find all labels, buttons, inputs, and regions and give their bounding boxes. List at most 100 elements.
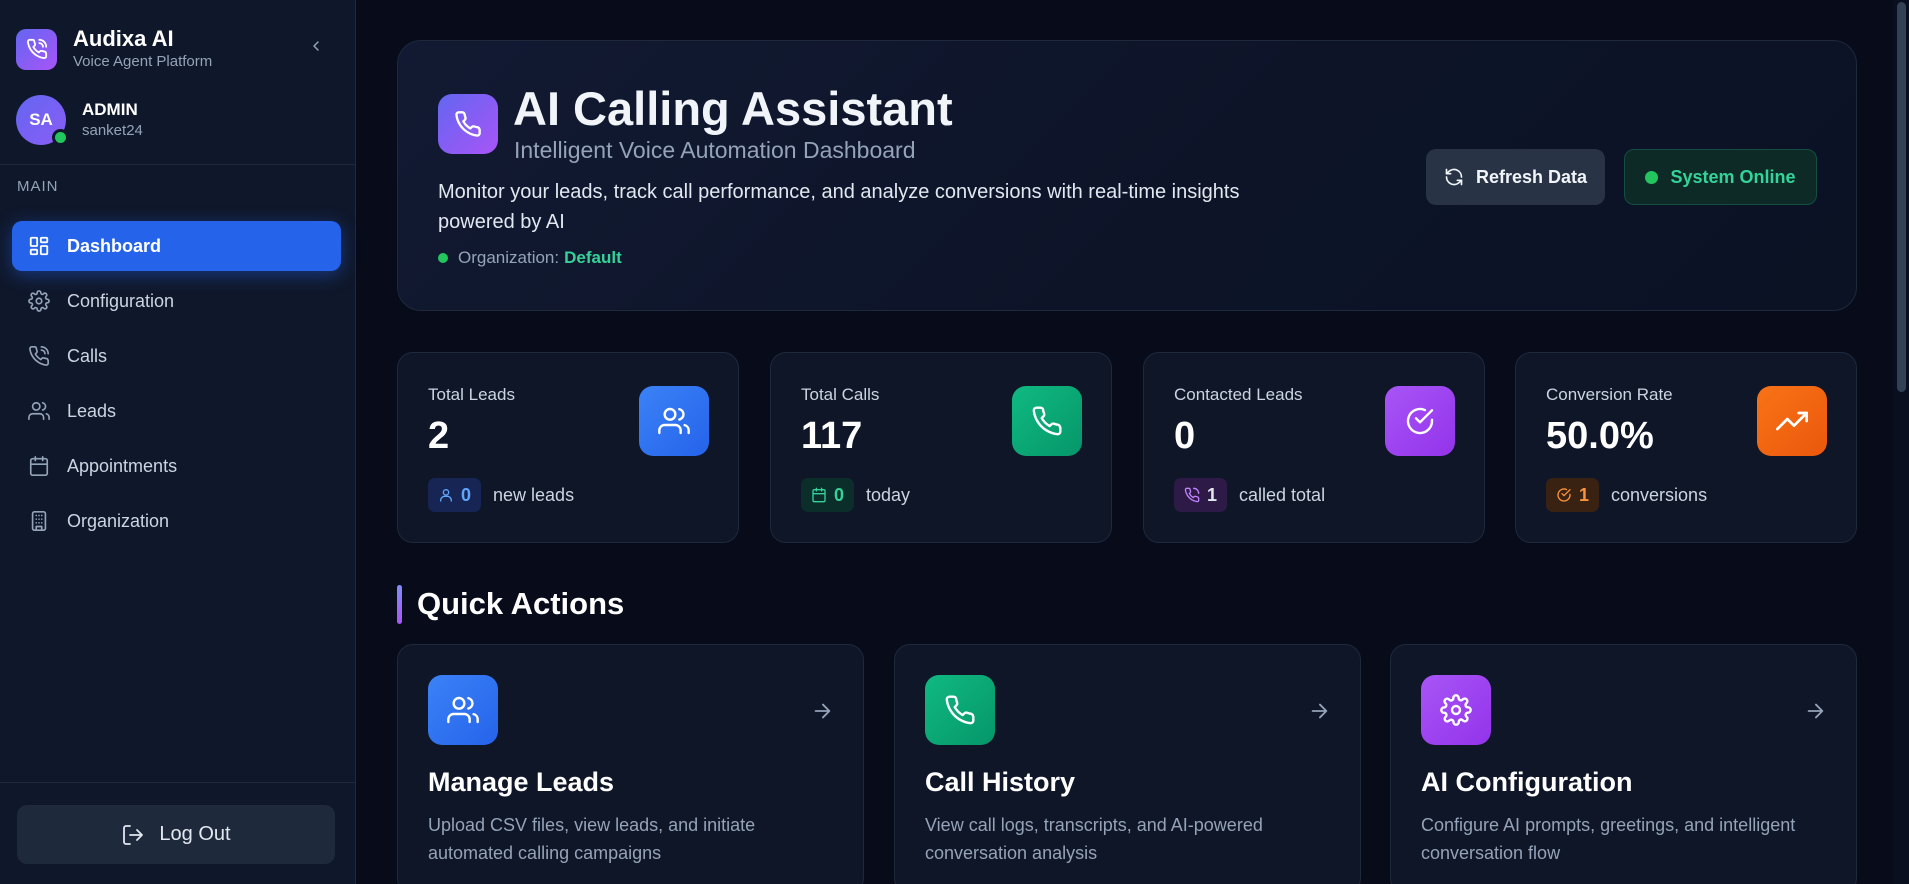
system-status-label: System Online xyxy=(1670,166,1796,187)
status-dot xyxy=(438,253,448,263)
quick-action-title: Manage Leads xyxy=(428,767,615,797)
sidebar-item-appointments[interactable]: Appointments xyxy=(12,441,341,491)
stat-badge-count: 1 xyxy=(1579,484,1590,505)
building-icon xyxy=(27,509,51,533)
phone-call-icon xyxy=(1184,487,1200,503)
users-icon xyxy=(27,399,51,423)
sidebar-item-configuration[interactable]: Configuration xyxy=(12,276,341,326)
quick-action-call-history[interactable]: Call History View call logs, transcripts… xyxy=(894,644,1361,884)
sidebar-item-label: Organization xyxy=(67,510,170,531)
gear-icon xyxy=(27,289,51,313)
hero-description: Monitor your leads, track call performan… xyxy=(438,181,1240,233)
stat-value: 117 xyxy=(801,415,863,457)
chevron-left-icon xyxy=(313,41,319,51)
organization-value: Default xyxy=(564,248,622,267)
stat-card-conversion-rate: Conversion Rate 50.0% 1 conversions xyxy=(1515,352,1857,543)
collapse-sidebar-button[interactable] xyxy=(306,36,326,56)
quick-action-title: AI Configuration xyxy=(1421,767,1633,797)
stat-footer-text: today xyxy=(866,484,911,505)
stat-value: 2 xyxy=(428,415,450,457)
sidebar-item-label: Configuration xyxy=(67,290,175,311)
users-icon xyxy=(639,386,709,456)
quick-action-description: View call logs, transcripts, and AI-powe… xyxy=(925,815,1263,863)
stat-label: Contacted Leads xyxy=(1174,385,1303,404)
sidebar-item-label: Dashboard xyxy=(67,235,162,256)
divider xyxy=(0,164,356,165)
organization-info: Organization: Default xyxy=(438,248,622,268)
stat-badge: 1 xyxy=(1546,478,1600,512)
avatar-initials: SA xyxy=(29,110,53,129)
quick-action-description: Configure AI prompts, greetings, and int… xyxy=(1421,815,1796,863)
stat-badge: 0 xyxy=(428,478,482,512)
arrow-right-icon xyxy=(1804,700,1826,722)
brand-subtitle: Voice Agent Platform xyxy=(73,53,213,70)
stat-card-contacted-leads: Contacted Leads 0 1 called total xyxy=(1143,352,1485,543)
divider xyxy=(0,782,356,783)
check-circle-icon xyxy=(1556,487,1572,503)
logout-label: Log Out xyxy=(159,823,231,845)
calendar-icon xyxy=(27,454,51,478)
sidebar-item-label: Calls xyxy=(67,345,108,366)
stat-footer-text: new leads xyxy=(493,484,575,505)
stat-badge-count: 0 xyxy=(834,484,845,505)
stat-badge: 1 xyxy=(1174,478,1228,512)
sidebar-item-label: Appointments xyxy=(67,455,178,476)
page-subtitle: Intelligent Voice Automation Dashboard xyxy=(514,137,916,163)
sidebar-item-leads[interactable]: Leads xyxy=(12,386,341,436)
grid-icon xyxy=(27,234,51,258)
stat-footer: 1 conversions xyxy=(1546,478,1707,512)
scrollbar[interactable] xyxy=(1893,0,1909,884)
quick-action-manage-leads[interactable]: Manage Leads Upload CSV files, view lead… xyxy=(397,644,864,884)
stat-badge: 0 xyxy=(801,478,855,512)
arrow-right-icon xyxy=(811,700,833,722)
quick-action-ai-configuration[interactable]: AI Configuration Configure AI prompts, g… xyxy=(1390,644,1857,884)
stat-value: 50.0% xyxy=(1546,415,1654,457)
stat-badge-count: 0 xyxy=(461,484,472,505)
status-dot xyxy=(1645,170,1659,184)
stat-footer: 0 new leads xyxy=(428,478,574,512)
nav-section-label: MAIN xyxy=(17,178,59,195)
users-icon xyxy=(428,675,498,745)
stat-footer-text: called total xyxy=(1239,484,1326,505)
stat-value: 0 xyxy=(1174,415,1196,457)
system-status-badge[interactable]: System Online xyxy=(1624,149,1817,205)
phone-icon xyxy=(925,675,995,745)
quick-action-title: Call History xyxy=(925,767,1076,797)
quick-actions-heading: Quick Actions xyxy=(417,586,625,621)
quick-action-description: Upload CSV files, view leads, and initia… xyxy=(428,815,756,863)
scrollbar-thumb[interactable] xyxy=(1897,2,1906,392)
user-icon xyxy=(438,487,454,503)
refresh-label: Refresh Data xyxy=(1475,166,1588,187)
stat-footer-text: conversions xyxy=(1611,484,1708,505)
phone-icon xyxy=(1012,386,1082,456)
online-status-dot xyxy=(52,129,69,146)
hero-card: AI Calling Assistant Intelligent Voice A… xyxy=(397,40,1857,311)
stat-label: Total Leads xyxy=(428,385,515,404)
brand-name: Audixa AI xyxy=(73,26,174,51)
brand: Audixa AI Voice Agent Platform xyxy=(16,26,212,72)
logout-icon xyxy=(121,823,145,847)
stat-badge-count: 1 xyxy=(1207,484,1218,505)
stat-card-total-leads: Total Leads 2 0 new leads xyxy=(397,352,739,543)
gear-icon xyxy=(1421,675,1491,745)
sidebar-nav: Dashboard Configuration Calls Leads Appo… xyxy=(12,221,341,551)
sidebar-item-calls[interactable]: Calls xyxy=(12,331,341,381)
phone-call-icon xyxy=(27,344,51,368)
logout-button[interactable]: Log Out xyxy=(17,805,335,864)
user-name: sanket24 xyxy=(82,122,143,139)
trending-up-icon xyxy=(1757,386,1827,456)
sidebar-item-organization[interactable]: Organization xyxy=(12,496,341,546)
user-role: ADMIN xyxy=(82,100,138,119)
stat-card-total-calls: Total Calls 117 0 today xyxy=(770,352,1112,543)
refresh-data-button[interactable]: Refresh Data xyxy=(1426,149,1605,205)
stat-label: Conversion Rate xyxy=(1546,385,1673,404)
avatar: SA xyxy=(16,95,69,146)
section-accent-bar xyxy=(397,585,402,624)
stat-label: Total Calls xyxy=(801,385,880,404)
page-title: AI Calling Assistant xyxy=(513,82,953,135)
sidebar-item-label: Leads xyxy=(67,400,117,421)
organization-label: Organization: xyxy=(458,248,560,267)
sidebar: Audixa AI Voice Agent Platform SA ADMIN … xyxy=(0,0,356,884)
user-profile[interactable]: SA ADMIN sanket24 xyxy=(16,95,143,146)
sidebar-item-dashboard[interactable]: Dashboard xyxy=(12,221,341,271)
